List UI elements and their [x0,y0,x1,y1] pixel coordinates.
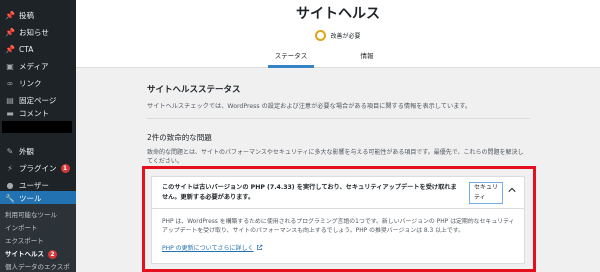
health-progress-circle [315,30,327,41]
user-icon: ● [6,180,14,190]
page-icon: ▤ [6,95,14,105]
issue-heading: このサイトは古いバージョンの PHP (7.4.33) を実行しており、セキュリ… [162,184,457,201]
tools-submenu: 利用可能なツール インポート エクスポート サイトヘルス 2 個人データのエクスポ [0,204,76,272]
sidebar-item-comments[interactable]: ▬ コメント [0,105,76,122]
sidebar-item-links[interactable]: ∞ リンク [0,75,76,92]
media-icon: ▣ [6,61,14,71]
plugin-icon: ⚡ [7,163,13,173]
sidebar-item-news[interactable]: 📌 お知らせ [0,24,76,41]
sidebar-item-appearance[interactable]: ✎ 外観 [0,143,76,160]
security-badge: セキュリティ [469,182,503,204]
sidebar-item-label: お知らせ [19,28,49,37]
site-health-header: サイトヘルス 改善が必要 ステータス 情報 [76,0,600,68]
sidebar-item-plugins[interactable]: ⚡ プラグイン 1 [0,160,76,177]
learn-more-link[interactable]: PHP の更新についてさらに詳しく [162,243,263,252]
sidebar-item-posts[interactable]: 📌 投稿 [0,7,76,24]
chevron-up-icon [508,187,516,192]
health-status: 改善が必要 [76,30,600,41]
submenu-item-site-health[interactable]: サイトヘルス 2 [5,248,57,259]
sidebar-item-cta[interactable]: 📌 CTA [0,41,76,58]
submenu-item-available-tools[interactable]: 利用可能なツール [5,209,57,219]
sidebar-item-label: 投稿 [19,11,34,20]
appearance-icon: ✎ [6,146,14,156]
sidebar-item-label: コメント [19,109,49,118]
sidebar-item-label: メディア [19,62,49,71]
health-status-label: 改善が必要 [330,33,361,40]
tools-icon: 🔧 [5,193,15,203]
sidebar-item-label: プラグイン [19,164,57,173]
sidebar-item-label: 外観 [19,147,34,156]
learn-more-link-label: PHP の更新についてさらに詳しく [162,245,254,252]
update-count-badge: 1 [60,164,70,173]
pin-icon: 📌 [5,27,15,37]
pin-icon: 📌 [5,10,15,20]
tab-status[interactable]: ステータス [268,50,314,68]
sidebar-item-label: CTA [19,45,34,54]
issue-accordion-toggle[interactable]: このサイトは古いバージョンの PHP (7.4.33) を実行しており、セキュリ… [152,177,524,209]
sidebar-item-label: リンク [19,79,42,88]
divider [147,118,530,119]
external-link-icon [257,244,263,250]
sidebar-item-media[interactable]: ▣ メディア [0,58,76,75]
submenu-item-label: サイトヘルス [5,250,44,258]
issue-description: PHP は、WordPress を構築するために使用されるプログラミング言語の1… [162,219,515,234]
issue-count-badge: 2 [48,250,57,259]
comment-icon: ▬ [6,108,14,118]
link-icon: ∞ [6,78,14,88]
submenu-item-import[interactable]: インポート [5,222,38,232]
section-description: サイトヘルスチェックでは、WordPress の設定および注意が必要な場合がある… [147,103,472,110]
redacted-menu-item [2,121,72,133]
pin-icon: 📌 [5,44,15,54]
issue-accordion-panel: このサイトは古いバージョンの PHP (7.4.33) を実行しており、セキュリ… [151,176,525,264]
section-title: サイトヘルスステータス [147,85,241,95]
critical-issues-title: 2件の致命的な問題 [147,133,212,142]
submenu-item-export[interactable]: エクスポート [5,235,44,245]
tab-info[interactable]: 情報 [354,50,380,68]
page-title: サイトヘルス [296,6,380,22]
critical-issues-description: 致命的な問題とは、サイトのパフォーマンスやセキュリティに多大な影響を与える可能性… [147,149,524,165]
admin-sidebar: 📌 投稿 📌 お知らせ 📌 CTA ▣ メディア ∞ リンク ▤ 固定ページ ▬… [0,0,76,272]
submenu-item-export-personal-data[interactable]: 個人データのエクスポ [5,261,70,271]
sidebar-item-label: ユーザー [19,181,49,190]
sidebar-item-label: ツール [19,194,42,203]
